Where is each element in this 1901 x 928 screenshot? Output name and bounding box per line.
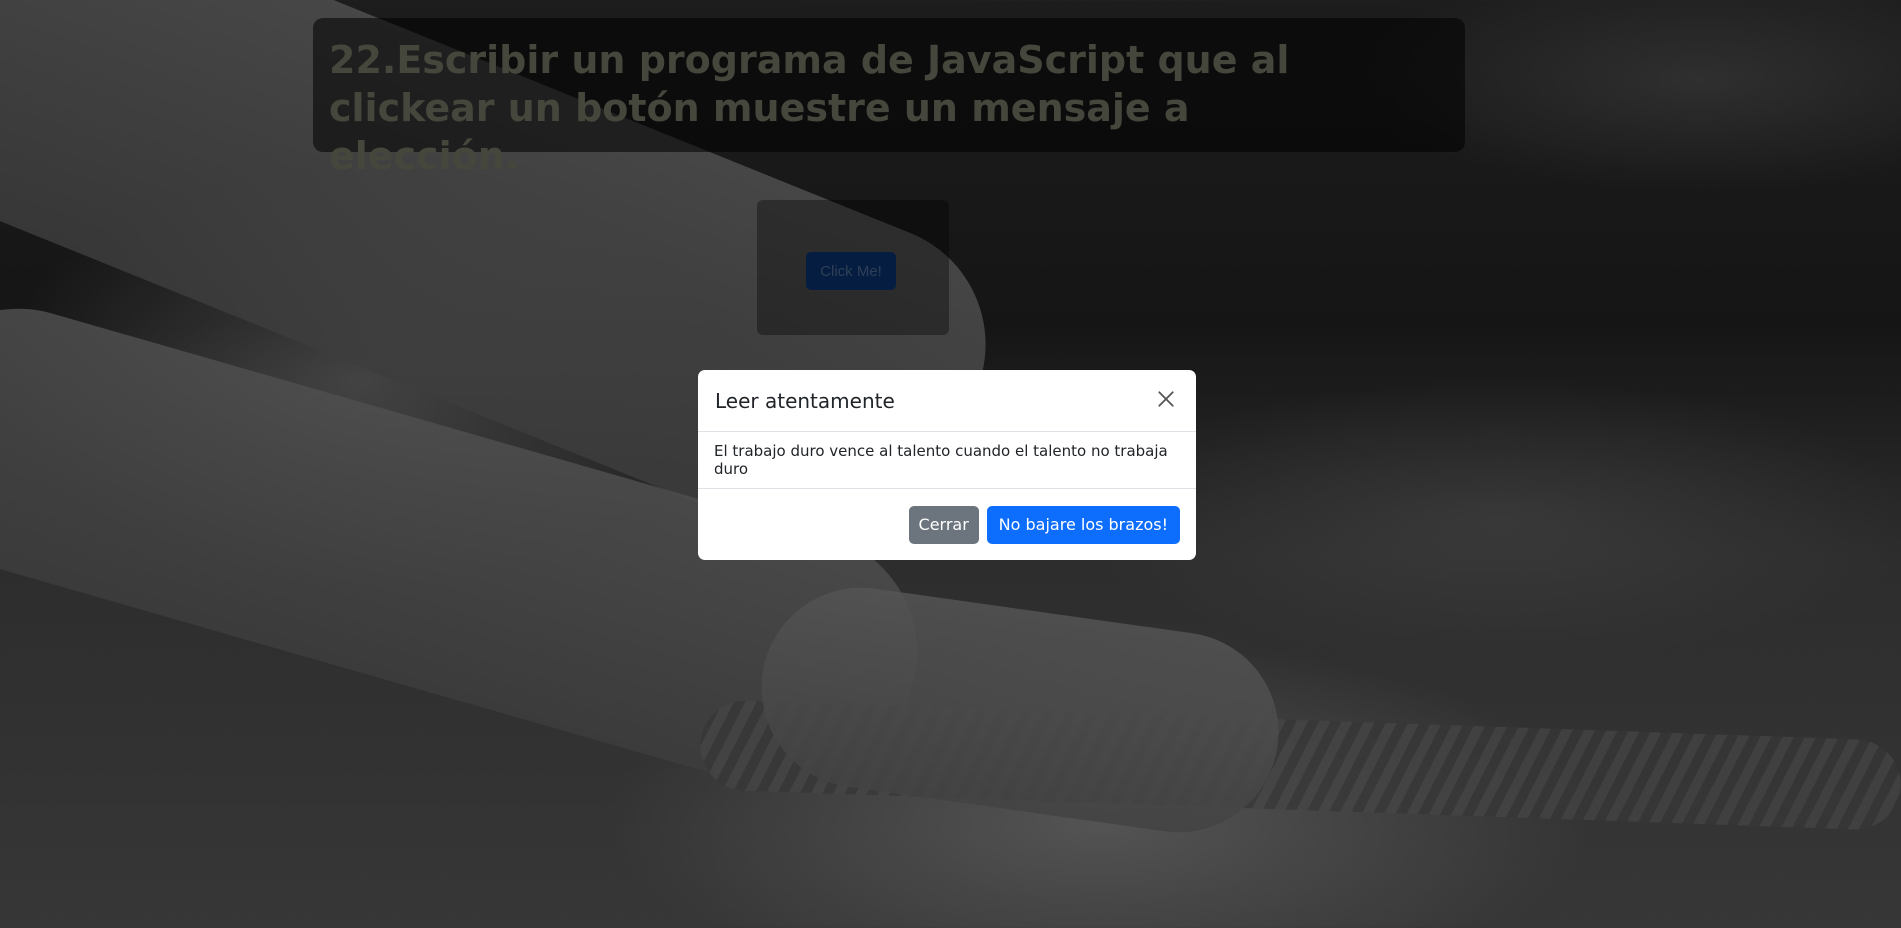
confirm-button[interactable]: No bajare los brazos!	[986, 505, 1180, 544]
modal-header: Leer atentamente	[698, 370, 1196, 432]
modal-close-button[interactable]	[1150, 385, 1182, 417]
modal-message: El trabajo duro vence al talento cuando …	[714, 442, 1168, 478]
close-icon	[1157, 390, 1175, 411]
modal-body: El trabajo duro vence al talento cuando …	[698, 432, 1196, 489]
modal-dialog: Leer atentamente El trabajo duro vence a…	[698, 370, 1196, 560]
modal-footer: Cerrar No bajare los brazos!	[698, 489, 1196, 560]
close-button[interactable]: Cerrar	[908, 505, 979, 544]
modal-title: Leer atentamente	[715, 388, 895, 413]
